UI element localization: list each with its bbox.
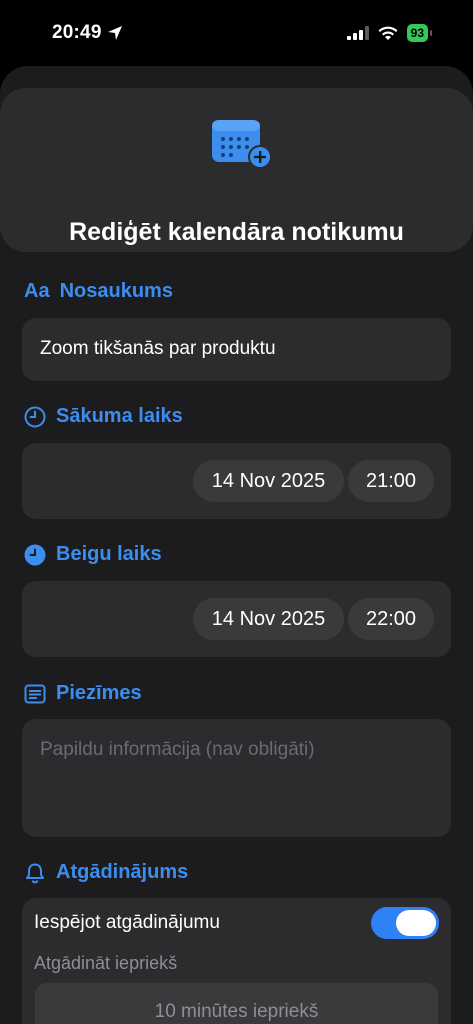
status-indicators: 93 bbox=[346, 24, 433, 42]
page-title: Rediģēt kalendāra notikumu bbox=[69, 218, 404, 246]
clock-text: 20:49 bbox=[52, 22, 102, 43]
location-arrow-icon bbox=[107, 26, 122, 40]
end-time-label: Beigu laiks bbox=[56, 543, 162, 565]
battery-level: 93 bbox=[410, 26, 424, 40]
reminder-toggle-label: Iespējot atgādinājumu bbox=[34, 912, 220, 933]
start-time-field: 14 Nov 2025 21:00 bbox=[22, 443, 451, 519]
reminder-label: Atgādinājums bbox=[56, 861, 189, 883]
bell-icon bbox=[26, 863, 44, 883]
start-time-label: Sākuma laiks bbox=[56, 405, 183, 427]
notes-placeholder: Papildu informācija (nav obligāti) bbox=[40, 739, 315, 760]
section-label-end: Beigu laiks bbox=[24, 543, 162, 566]
status-bar: 20:49 93 bbox=[0, 0, 473, 66]
notes-icon bbox=[24, 684, 46, 703]
section-label-name: Aa Nosaukums bbox=[24, 280, 173, 303]
calendar-add-icon bbox=[212, 120, 272, 169]
section-label-notes: Piezīmes bbox=[24, 682, 142, 705]
remind-before-label: Atgādināt iepriekš bbox=[34, 953, 178, 973]
edit-event-sheet: Rediģēt kalendāra notikumu Aa Nosaukums … bbox=[0, 66, 473, 1024]
sheet-header: Rediģēt kalendāra notikumu bbox=[0, 88, 473, 252]
cellular-signal-icon bbox=[346, 26, 369, 40]
wifi-icon bbox=[378, 26, 398, 40]
reminder-toggle[interactable] bbox=[371, 907, 439, 939]
name-label: Nosaukums bbox=[59, 280, 173, 302]
remind-before-select[interactable]: 10 minūtes iepriekš bbox=[35, 983, 438, 1024]
event-name-field[interactable]: Zoom tikšanās par produktu bbox=[22, 318, 451, 381]
end-time-field: 14 Nov 2025 22:00 bbox=[22, 581, 451, 657]
notes-field[interactable]: Papildu informācija (nav obligāti) bbox=[22, 719, 451, 837]
battery-indicator: 93 bbox=[406, 24, 433, 42]
end-time-picker[interactable]: 22:00 bbox=[348, 598, 434, 640]
status-time: 20:49 bbox=[52, 22, 123, 44]
section-label-reminder: Atgādinājums bbox=[24, 861, 188, 884]
event-name-value[interactable]: Zoom tikšanās par produktu bbox=[40, 338, 276, 360]
remind-before-value: 10 minūtes iepriekš bbox=[154, 1001, 319, 1022]
text-format-icon: Aa bbox=[24, 280, 50, 302]
section-label-start: Sākuma laiks bbox=[24, 405, 183, 428]
start-time-picker[interactable]: 21:00 bbox=[348, 460, 434, 502]
clock-filled-icon bbox=[24, 544, 46, 565]
end-date-picker[interactable]: 14 Nov 2025 bbox=[193, 598, 344, 640]
start-date-picker[interactable]: 14 Nov 2025 bbox=[193, 460, 344, 502]
clock-icon bbox=[24, 406, 46, 427]
notes-label: Piezīmes bbox=[56, 682, 142, 704]
